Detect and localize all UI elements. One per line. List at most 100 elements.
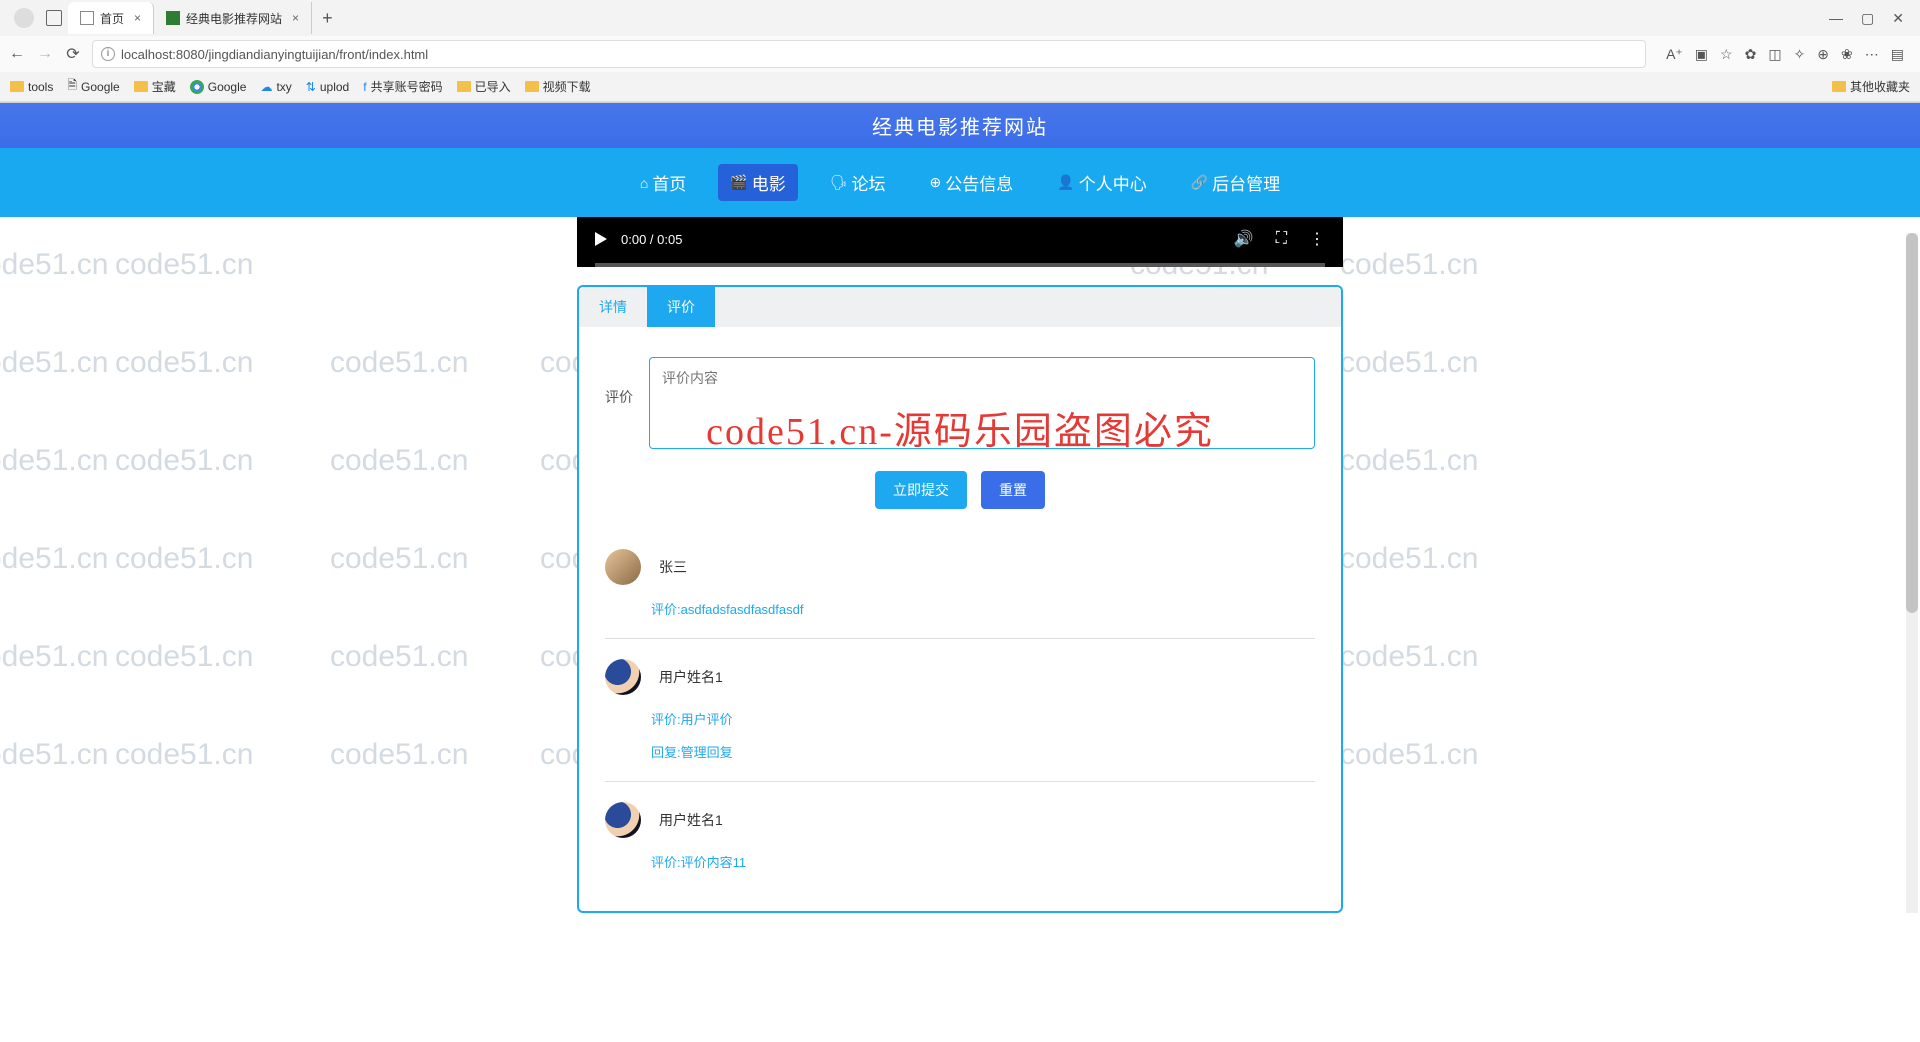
reset-button[interactable]: 重置	[981, 471, 1045, 509]
close-window-icon[interactable]: ✕	[1892, 10, 1904, 27]
comment-item: 用户姓名1 评价:用户评价 回复:管理回复	[605, 639, 1315, 782]
bookmark-item[interactable]: Google	[190, 80, 247, 94]
nav-forum[interactable]: 🗣论坛	[818, 164, 898, 201]
url-input[interactable]: i localhost:8080/jingdiandianyingtuijian…	[92, 40, 1646, 68]
browser-tab[interactable]: 经典电影推荐网站 ×	[154, 2, 312, 34]
home-icon: ⌂	[640, 175, 648, 191]
announcement-icon: ⊕	[930, 174, 942, 191]
play-icon[interactable]	[595, 232, 607, 246]
bookmark-item[interactable]: tools	[10, 80, 53, 94]
collections-icon[interactable]: ✧	[1794, 46, 1806, 63]
folder-icon	[457, 81, 471, 92]
user-icon: 👤	[1057, 174, 1074, 191]
page-icon: 🗎	[67, 76, 77, 97]
submit-button[interactable]: 立即提交	[875, 471, 967, 509]
downloads-icon[interactable]: ⊕	[1817, 46, 1829, 63]
bookmark-item[interactable]: 🗎Google	[67, 76, 119, 97]
avatar	[605, 659, 641, 695]
folder-icon	[1832, 81, 1846, 92]
new-tab-button[interactable]: +	[312, 8, 343, 29]
fullscreen-icon[interactable]: ⛶	[1276, 230, 1287, 248]
comment-reply: 回复:管理回复	[651, 742, 1315, 761]
video-player[interactable]: 0:00 / 0:05 🔊 ⛶ ⋮	[577, 217, 1343, 267]
nav-admin[interactable]: 🔗后台管理	[1179, 164, 1292, 201]
bookmark-item[interactable]: 视频下载	[525, 78, 591, 95]
comment-author: 用户姓名1	[659, 810, 723, 830]
comment-item: 用户姓名1 评价:评价内容11	[605, 782, 1315, 891]
nav-profile[interactable]: 👤个人中心	[1045, 164, 1158, 201]
tabs: 详情 评价	[579, 287, 1341, 327]
browser-chrome: 首页 × 经典电影推荐网站 × + — ▢ ✕ ← → ⟳ i localhos…	[0, 0, 1920, 103]
nav-movies[interactable]: 🎬电影	[718, 164, 797, 201]
tab-detail[interactable]: 详情	[579, 287, 647, 327]
movie-icon: 🎬	[730, 174, 747, 191]
video-more-icon[interactable]: ⋮	[1309, 229, 1325, 249]
review-card: 详情 评价 评价 立即提交 重置 张三	[577, 285, 1343, 913]
forward-icon[interactable]: →	[36, 45, 54, 63]
tab-title: 经典电影推荐网站	[186, 10, 282, 27]
main-nav: ⌂首页 🎬电影 🗣论坛 ⊕公告信息 👤个人中心 🔗后台管理	[0, 148, 1920, 217]
sidebar-icon[interactable]: ▤	[1891, 46, 1904, 63]
more-icon[interactable]: ⋯	[1865, 46, 1879, 63]
page-favicon	[80, 11, 94, 25]
window-controls: — ▢ ✕	[1829, 10, 1920, 27]
tab-bar: 首页 × 经典电影推荐网站 × + — ▢ ✕	[0, 0, 1920, 36]
site-title: 经典电影推荐网站	[0, 103, 1920, 148]
read-aloud-icon[interactable]: A⁺	[1666, 46, 1683, 63]
refresh-icon[interactable]: ⟳	[64, 45, 82, 63]
favorite-icon[interactable]: ☆	[1720, 46, 1733, 63]
workspace-icon[interactable]	[46, 10, 62, 26]
bookmark-item[interactable]: ☁txy	[260, 80, 291, 94]
translate-icon[interactable]: ▣	[1695, 46, 1708, 63]
review-textarea[interactable]	[649, 357, 1315, 449]
bookmark-item[interactable]: 已导入	[457, 78, 511, 95]
tab-review[interactable]: 评价	[647, 287, 715, 327]
back-icon[interactable]: ←	[8, 45, 26, 63]
avatar	[605, 549, 641, 585]
nav-announcements[interactable]: ⊕公告信息	[918, 164, 1026, 201]
comment-text: 评价:评价内容11	[651, 852, 1315, 871]
folder-icon	[525, 81, 539, 92]
profile-icon[interactable]	[14, 8, 34, 28]
nav-home[interactable]: ⌂首页	[628, 164, 698, 201]
google-icon	[190, 80, 204, 94]
video-progress[interactable]	[595, 263, 1325, 267]
split-icon[interactable]: ◫	[1768, 46, 1781, 63]
tab-title: 首页	[100, 10, 124, 27]
minimize-icon[interactable]: —	[1829, 10, 1843, 27]
forum-icon: 🗣	[830, 174, 848, 191]
url-text: localhost:8080/jingdiandianyingtuijian/f…	[121, 47, 428, 62]
avatar	[605, 802, 641, 838]
address-bar: ← → ⟳ i localhost:8080/jingdiandianyingt…	[0, 36, 1920, 72]
bookmark-item[interactable]: 宝藏	[134, 78, 176, 95]
close-icon[interactable]: ×	[292, 11, 299, 25]
review-label: 评价	[605, 357, 633, 407]
close-icon[interactable]: ×	[134, 11, 141, 25]
bookmark-other[interactable]: 其他收藏夹	[1832, 78, 1910, 95]
fb-icon: f	[363, 80, 366, 94]
scrollbar-thumb[interactable]	[1906, 233, 1918, 613]
video-time: 0:00 / 0:05	[621, 232, 682, 247]
page-scrollbar[interactable]	[1906, 233, 1918, 913]
link-icon: ⇅	[306, 80, 316, 94]
maximize-icon[interactable]: ▢	[1861, 10, 1874, 27]
site-info-icon[interactable]: i	[101, 47, 115, 61]
page-favicon	[166, 11, 180, 25]
admin-icon: 🔗	[1191, 174, 1208, 191]
review-form: 评价 立即提交 重置	[579, 327, 1341, 529]
comment-text: 评价:用户评价	[651, 709, 1315, 728]
comment-author: 用户姓名1	[659, 667, 723, 687]
comments-list: 张三 评价:asdfadsfasdfasdfasdf 用户姓名1 评价:用户评价…	[579, 529, 1341, 911]
bookmark-item[interactable]: f共享账号密码	[363, 78, 442, 95]
folder-icon	[134, 81, 148, 92]
volume-icon[interactable]: 🔊	[1234, 229, 1254, 249]
browser-tab[interactable]: 首页 ×	[68, 2, 154, 34]
cloud-icon: ☁	[260, 80, 272, 94]
extensions-icon[interactable]: ✿	[1745, 46, 1757, 63]
bookmarks-bar: tools 🗎Google 宝藏 Google ☁txy ⇅uplod f共享账…	[0, 72, 1920, 102]
bookmark-item[interactable]: ⇅uplod	[306, 80, 349, 94]
comment-item: 张三 评价:asdfadsfasdfasdfasdf	[605, 529, 1315, 639]
performance-icon[interactable]: ❀	[1841, 46, 1853, 63]
folder-icon	[10, 81, 24, 92]
comment-author: 张三	[659, 557, 687, 577]
